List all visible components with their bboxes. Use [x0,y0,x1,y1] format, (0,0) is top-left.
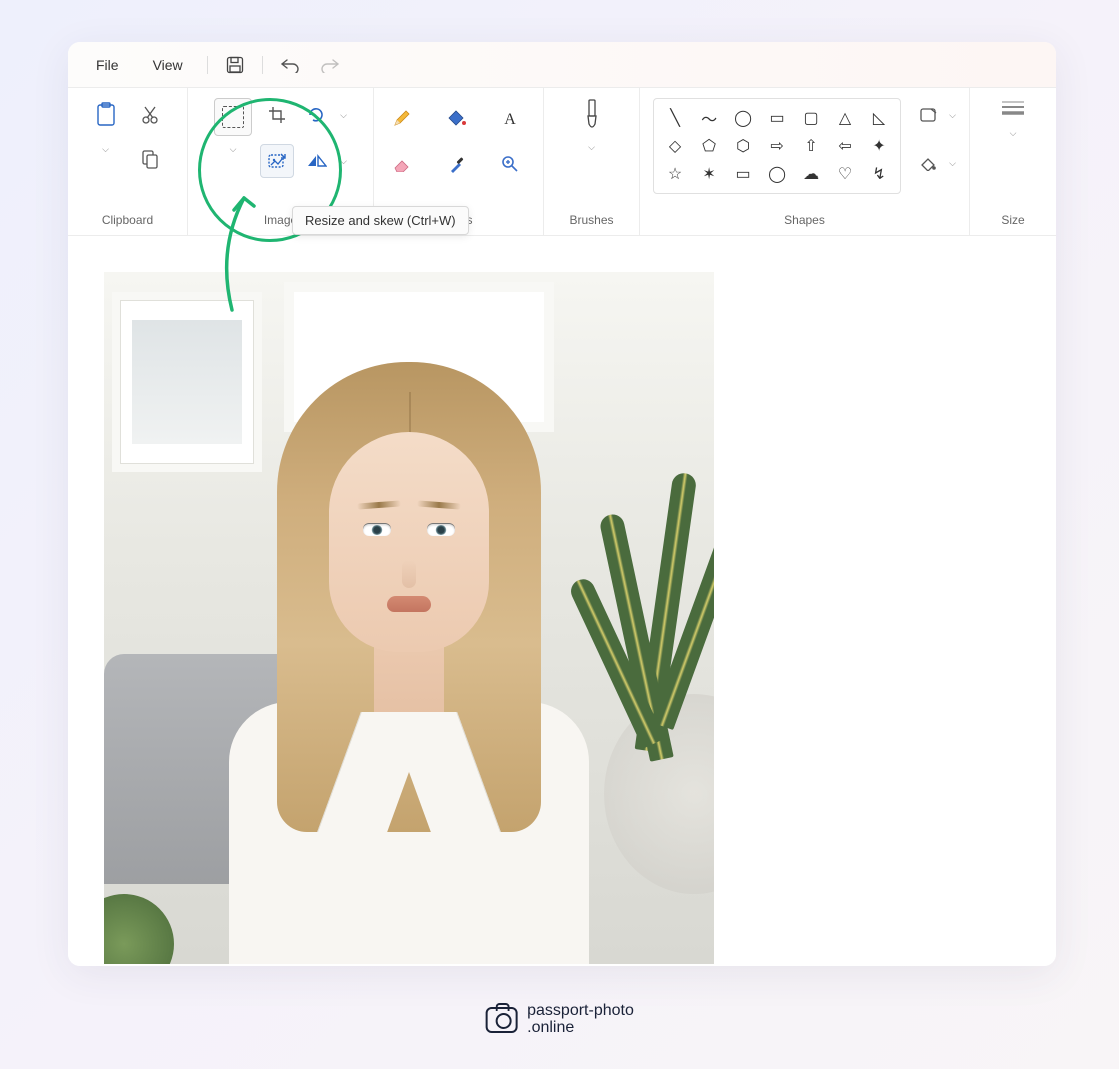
text-button[interactable]: A [493,101,527,135]
shape-4star[interactable]: ✦ [864,133,894,159]
menu-divider [207,56,208,74]
outline-dropdown[interactable]: ⌵ [949,110,956,121]
brush-dropdown[interactable]: ⌵ [575,140,609,153]
select-dropdown[interactable]: ⌵ [216,142,250,155]
eraser-icon [392,156,412,172]
shape-diamond[interactable]: ◇ [660,133,690,159]
copy-button[interactable] [133,142,167,176]
shape-fill-button[interactable] [911,146,945,180]
size-dropdown[interactable]: ⌵ [996,126,1030,139]
picker-icon [447,154,465,174]
shapefill-dropdown[interactable]: ⌵ [949,158,956,169]
watermark-text: passport-photo .online [527,1003,634,1037]
tooltip-resize: Resize and skew (Ctrl+W) [292,206,469,235]
shape-line[interactable]: ╲ [660,105,690,131]
canvas-area[interactable] [68,236,1056,966]
menubar: File View [68,42,1056,88]
outline-icon [919,107,937,123]
watermark: passport-photo .online [485,1003,634,1037]
group-size: ⌵ Size [970,88,1056,235]
shape-curve[interactable]: 〜 [694,105,724,131]
flip-dropdown[interactable]: ⌵ [340,156,347,167]
shape-oval[interactable]: ◯ [728,105,758,131]
eraser-button[interactable] [385,147,419,181]
svg-text:A: A [504,111,516,127]
rotate-dropdown[interactable]: ⌵ [340,110,347,121]
shape-lightning[interactable]: ↯ [864,161,894,187]
size-button[interactable] [1000,98,1026,118]
shape-heart[interactable]: ♡ [830,161,860,187]
paste-button[interactable] [89,98,123,132]
redo-button[interactable] [313,48,347,82]
ribbon: ⌵ Clipboard ⌵ [68,88,1056,236]
shape-triangle[interactable]: △ [830,105,860,131]
brush-icon [583,98,601,132]
shape-arrow-r[interactable]: ⇨ [762,133,792,159]
shape-arrow-u[interactable]: ⇧ [796,133,826,159]
save-icon [226,56,244,74]
shape-arrow-l[interactable]: ⇦ [830,133,860,159]
photo-person [219,362,599,964]
flip-button[interactable] [300,144,334,178]
menu-view[interactable]: View [139,53,197,77]
redo-icon [320,57,340,73]
fill-button[interactable] [439,101,473,135]
resize-button[interactable] [260,144,294,178]
cut-icon [141,105,159,125]
undo-button[interactable] [273,48,307,82]
shape-star[interactable]: ☆ [660,161,690,187]
shape-outline-button[interactable] [911,98,945,132]
menu-file[interactable]: File [82,53,133,77]
paste-dropdown[interactable]: ⌵ [89,142,123,155]
shape-righttri[interactable]: ◺ [864,105,894,131]
camera-icon [485,1007,517,1033]
linesize-icon [1000,98,1026,118]
fill-icon [445,108,467,128]
resize-icon [267,151,287,171]
pencil-icon [392,108,412,128]
shapes-gallery[interactable]: ╲ 〜 ◯ ▭ ▢ △ ◺ ◇ ⬠ ⬡ ⇨ ⇧ ⇦ ✦ ☆ ✶ ▭ [653,98,901,194]
picker-button[interactable] [439,147,473,181]
select-icon [222,106,244,128]
flip-icon [307,154,327,168]
group-label-clipboard: Clipboard [102,207,153,229]
shape-callout-oval[interactable]: ◯ [762,161,792,187]
crop-button[interactable] [260,98,294,132]
zoom-icon [501,155,519,173]
shape-pentagon[interactable]: ⬠ [694,133,724,159]
shape-rect[interactable]: ▭ [762,105,792,131]
group-label-size: Size [1001,207,1024,229]
save-button[interactable] [218,48,252,82]
group-brushes: ⌵ Brushes [544,88,640,235]
group-shapes: ╲ 〜 ◯ ▭ ▢ △ ◺ ◇ ⬠ ⬡ ⇨ ⇧ ⇦ ✦ ☆ ✶ ▭ [640,88,970,235]
photo-plant [594,452,714,812]
shapefill-icon [919,155,937,171]
text-icon: A [501,109,519,127]
shape-callout-rect[interactable]: ▭ [728,161,758,187]
paste-icon [95,102,117,128]
select-button[interactable] [214,98,252,136]
menu-divider [262,56,263,74]
copy-icon [141,149,159,169]
canvas-image[interactable] [104,272,714,964]
zoom-button[interactable] [493,147,527,181]
undo-icon [280,57,300,73]
group-clipboard: ⌵ Clipboard [68,88,188,235]
shape-callout-cloud[interactable]: ☁ [796,161,826,187]
shape-roundrect[interactable]: ▢ [796,105,826,131]
cut-button[interactable] [133,98,167,132]
pencil-button[interactable] [385,101,419,135]
brush-button[interactable] [583,98,601,132]
group-label-brushes: Brushes [569,207,613,229]
crop-icon [268,106,286,124]
rotate-button[interactable] [300,98,334,132]
shape-hexagon[interactable]: ⬡ [728,133,758,159]
rotate-icon [307,107,327,123]
paint-window: File View ⌵ [68,42,1056,966]
shape-6star[interactable]: ✶ [694,161,724,187]
group-label-shapes: Shapes [784,207,825,229]
